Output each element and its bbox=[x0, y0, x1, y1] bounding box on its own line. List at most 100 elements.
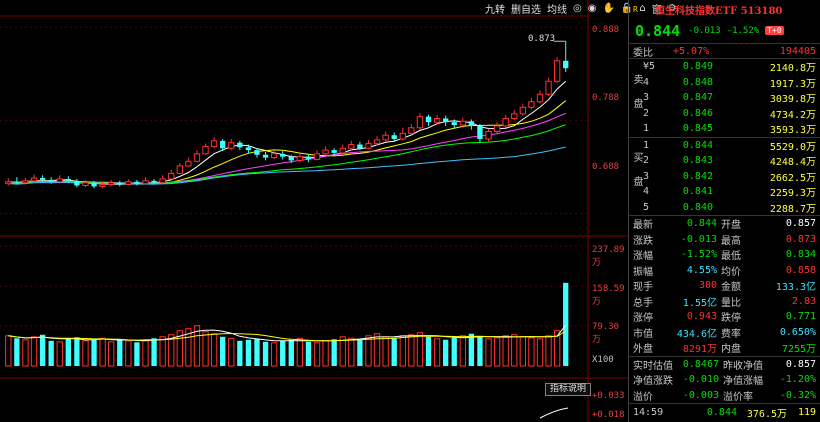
volume-bar bbox=[313, 342, 321, 367]
eye-icon[interactable]: ◉ bbox=[588, 3, 597, 14]
candle-body bbox=[528, 101, 535, 108]
toolbar-moving-average[interactable]: 均线 bbox=[547, 1, 567, 16]
candle-body bbox=[22, 180, 29, 184]
candle-body bbox=[5, 181, 12, 185]
volume-bar bbox=[511, 334, 518, 367]
volume-bar bbox=[202, 331, 209, 367]
sell-level: 2 bbox=[643, 107, 650, 119]
quote-label: 总手 bbox=[633, 297, 653, 309]
volume-bar bbox=[296, 337, 304, 367]
volume-bar bbox=[416, 332, 424, 367]
sell-level-row[interactable]: 2 0.846 4734.2万 bbox=[643, 106, 820, 122]
sell-level-row[interactable]: ¥5 0.849 2140.8万 bbox=[643, 59, 820, 75]
quote-value: 0.858 bbox=[785, 264, 816, 276]
quote-value: -1.52% bbox=[680, 249, 717, 261]
candle-body bbox=[82, 182, 89, 186]
t0-badge: T+0 bbox=[765, 26, 784, 35]
candle-body bbox=[134, 181, 140, 184]
quote-value: 0.873 bbox=[785, 233, 816, 245]
candle-body bbox=[254, 150, 260, 155]
volume-bar bbox=[348, 337, 355, 367]
volume-bar bbox=[228, 337, 235, 367]
volume-bar bbox=[442, 339, 449, 366]
candle-body bbox=[382, 134, 389, 141]
candle-body bbox=[511, 113, 518, 119]
sell-level-row[interactable]: 1 0.845 3593.3万 bbox=[643, 121, 820, 137]
buy-level-row[interactable]: 5 0.840 2288.7万 bbox=[643, 200, 820, 216]
candle-body bbox=[477, 125, 483, 139]
quote-label: 涨跌 bbox=[633, 235, 653, 247]
buy-level-row[interactable]: 1 0.844 5529.0万 bbox=[643, 138, 820, 154]
candle-body bbox=[262, 154, 269, 158]
indicator-help-button[interactable]: 指标说明 bbox=[545, 383, 591, 396]
sell-level-row[interactable]: 4 0.848 1917.3万 bbox=[643, 75, 820, 91]
buy-level-row[interactable]: 4 0.841 2259.3万 bbox=[643, 184, 820, 200]
volume-bar bbox=[210, 333, 218, 367]
kline-chart-area[interactable]: 九转 删自选 均线 ◎ ◉ ✋ 🔒 ⌂ 窗 ⚙ 0.888 0.788 0.68… bbox=[0, 0, 677, 422]
hand-icon[interactable]: ✋ bbox=[602, 3, 614, 14]
candle-body bbox=[245, 147, 252, 151]
candle-body bbox=[108, 182, 115, 186]
volume-bar bbox=[30, 336, 38, 367]
candle-body bbox=[176, 165, 183, 174]
nav-label: 实时估值 bbox=[633, 360, 673, 372]
quote-row: 涨停 0.943 跌停 0.771 bbox=[629, 309, 820, 325]
buy-orderbook: 买盘 1 0.844 5529.0万 2 0.843 4248.4万 3 0.842 2662.… bbox=[629, 138, 820, 216]
volume-bar bbox=[305, 341, 312, 366]
quote-label: 市值 bbox=[633, 328, 653, 340]
volume-bar bbox=[536, 338, 544, 367]
volume-bar bbox=[391, 337, 397, 366]
candle-body bbox=[65, 178, 71, 181]
quote-value: 1.55亿 bbox=[682, 297, 717, 309]
volume-bar bbox=[502, 335, 509, 367]
sell-level-row[interactable]: 3 0.847 3039.8万 bbox=[643, 90, 820, 106]
candle-body bbox=[459, 120, 466, 126]
nav-table: 实时估值 0.8467 昨收净值 0.857 净值涨跌 -0.010 净值涨幅 -1.20% 溢… bbox=[629, 355, 820, 404]
sell-volume: 3593.3万 bbox=[769, 125, 816, 137]
candle-body bbox=[348, 144, 355, 149]
candle-body bbox=[451, 122, 457, 125]
volume-bar bbox=[382, 336, 389, 367]
quote-value: -0.013 bbox=[680, 233, 717, 245]
sell-price: 0.845 bbox=[682, 123, 713, 135]
candle-body bbox=[442, 118, 449, 123]
buy-level-row[interactable]: 2 0.843 4248.4万 bbox=[643, 153, 820, 169]
toolbar-remove-watchlist[interactable]: 删自选 bbox=[511, 1, 541, 16]
ma60-line bbox=[8, 146, 566, 185]
quote-value: 133.3亿 bbox=[775, 282, 816, 294]
buy-volume: 2259.3万 bbox=[769, 188, 816, 200]
quote-row: 最新 0.844 开盘 0.857 bbox=[629, 216, 820, 232]
price-change: -0.013 bbox=[688, 25, 721, 36]
candle-body bbox=[125, 181, 132, 186]
volume-bar bbox=[545, 335, 552, 367]
eye-icon[interactable]: ◎ bbox=[573, 3, 582, 14]
nav-label: 净值涨幅 bbox=[723, 376, 763, 388]
buy-volume: 2662.5万 bbox=[769, 172, 816, 184]
volume-bar bbox=[108, 341, 115, 367]
nav-value: -1.20% bbox=[779, 374, 816, 386]
volume-bar bbox=[39, 334, 46, 366]
nav-label: 净值涨跌 bbox=[633, 376, 673, 388]
volume-bar bbox=[425, 336, 432, 366]
candle-body bbox=[56, 178, 63, 183]
kline-chart-svg[interactable] bbox=[0, 0, 628, 422]
toolbar-nine-turn[interactable]: 九转 bbox=[485, 1, 505, 16]
tick-count: 119 bbox=[797, 407, 816, 418]
candle-body bbox=[117, 182, 123, 185]
nav-label: 溢价率 bbox=[723, 391, 753, 403]
security-name[interactable]: 恒生科技指数ETF 513180 bbox=[655, 2, 782, 17]
quote-table: 最新 0.844 开盘 0.857 涨跌 -0.013 最高 0.873 涨幅 -1.52% 最低 0… bbox=[629, 216, 820, 356]
weibi-row: 委比 +5.07% 194405 bbox=[629, 44, 820, 59]
volume-bar bbox=[280, 340, 286, 366]
volume-axis-label: 237.89万 bbox=[592, 245, 625, 268]
volume-bar bbox=[48, 340, 54, 366]
buy-level: 1 bbox=[643, 139, 650, 151]
buy-price: 0.840 bbox=[682, 201, 713, 213]
weibi-label: 委比 bbox=[633, 47, 653, 59]
candle-body bbox=[485, 131, 492, 140]
quote-value: 0.834 bbox=[785, 249, 816, 261]
buy-level-row[interactable]: 3 0.842 2662.5万 bbox=[643, 169, 820, 185]
volume-bar bbox=[288, 339, 294, 366]
volume-axis-unit: X100 bbox=[592, 355, 614, 365]
price-axis-label: 0.888 bbox=[592, 25, 620, 35]
